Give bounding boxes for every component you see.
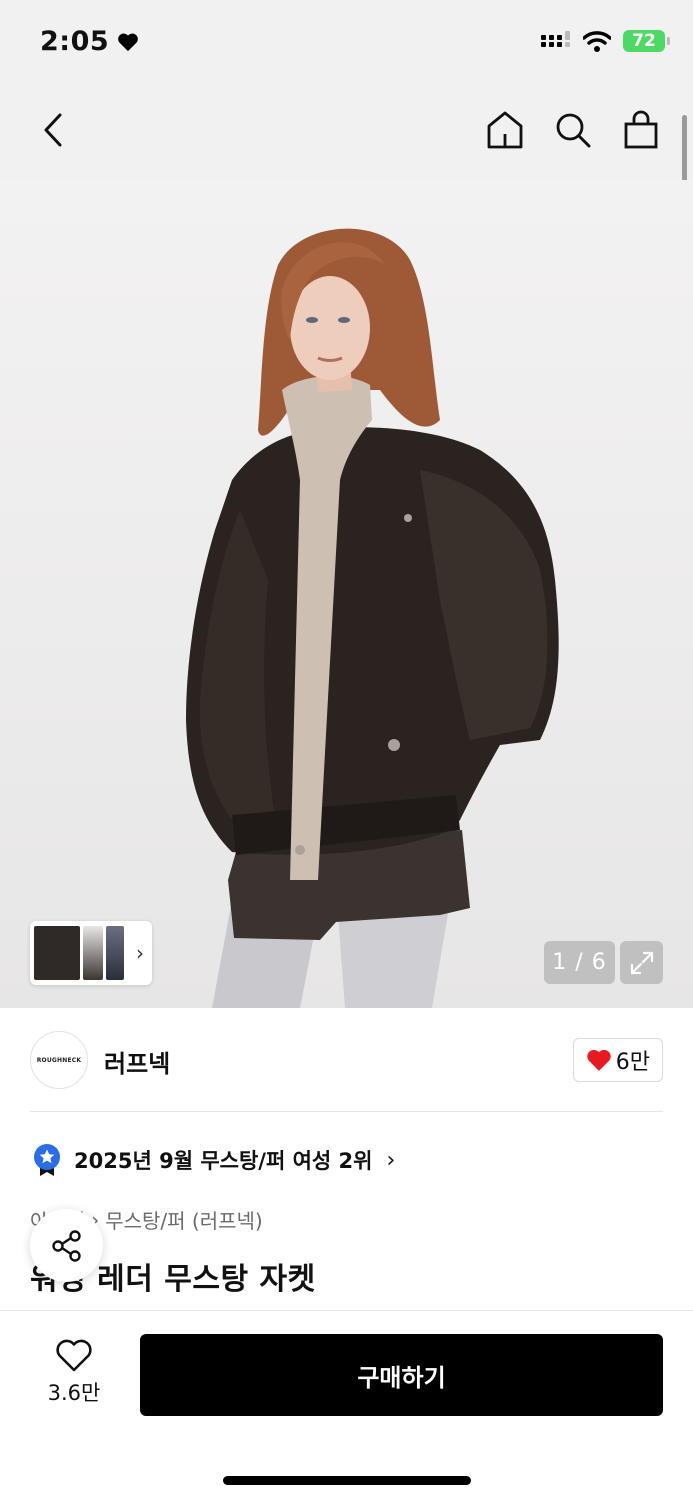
cart-button[interactable] xyxy=(621,106,661,154)
status-time: 2:05 xyxy=(40,26,139,57)
home-icon xyxy=(487,111,523,149)
battery-level: 72 xyxy=(632,31,656,51)
battery-icon: 72 xyxy=(623,30,670,52)
cellular-signal-icon xyxy=(541,31,570,47)
search-icon xyxy=(556,113,591,148)
buy-button[interactable]: 구매하기 xyxy=(140,1334,663,1416)
back-button[interactable] xyxy=(36,108,70,152)
heart-filled-icon xyxy=(587,1049,611,1071)
brand-logo-text: ROUGHNECK xyxy=(36,1056,82,1064)
bottom-action-bar: 3.6만 구매하기 xyxy=(0,1310,693,1500)
thumbnail-1[interactable] xyxy=(34,926,80,980)
product-image-gallery[interactable]: › 1 / 6 xyxy=(0,180,693,1008)
scrollbar[interactable] xyxy=(682,115,687,183)
home-button[interactable] xyxy=(485,106,525,154)
expand-image-button[interactable] xyxy=(620,941,663,984)
wishlist-count: 3.6만 xyxy=(47,1381,101,1405)
divider xyxy=(30,1111,663,1112)
expand-icon xyxy=(630,951,653,974)
ranking-badge[interactable]: 2025년 9월 무스탕/퍼 여성 2위 › xyxy=(32,1143,395,1177)
thumbnail-strip[interactable]: › xyxy=(30,921,152,985)
ranking-star-icon xyxy=(34,1144,60,1176)
chevron-right-icon: › xyxy=(386,1147,396,1173)
share-icon xyxy=(51,1229,81,1262)
share-button[interactable] xyxy=(30,1209,103,1282)
brand-row[interactable]: ROUGHNECK 러프넥 6만 xyxy=(0,1008,693,1112)
brand-like-button[interactable]: 6만 xyxy=(572,1038,663,1082)
nav-bar xyxy=(0,84,693,180)
ranking-text: 2025년 9월 무스탕/퍼 여성 2위 xyxy=(74,1149,373,1173)
thumbnail-2[interactable] xyxy=(83,926,103,980)
nav-actions xyxy=(485,106,661,154)
status-bar: 2:05 72 xyxy=(0,0,693,84)
status-time-text: 2:05 xyxy=(40,26,110,57)
home-indicator[interactable] xyxy=(223,1476,471,1485)
wifi-icon xyxy=(583,31,611,52)
brand-logo[interactable]: ROUGHNECK xyxy=(30,1031,88,1089)
status-indicators: 72 xyxy=(541,30,670,52)
thumbnail-3[interactable] xyxy=(106,926,124,980)
chevron-left-icon xyxy=(44,113,62,147)
search-button[interactable] xyxy=(553,106,593,154)
shopping-bag-icon xyxy=(624,110,658,149)
heart-outline-icon xyxy=(56,1339,92,1372)
product-photo xyxy=(186,228,559,1008)
thumbnail-arrow-icon[interactable]: › xyxy=(136,941,144,965)
wishlist-button[interactable]: 3.6만 xyxy=(34,1339,114,1407)
brand-name[interactable]: 러프넥 xyxy=(104,1044,170,1079)
breadcrumb-item[interactable]: 무스탕/퍼 (러프넥) xyxy=(105,1205,263,1234)
brand-like-count: 6만 xyxy=(615,1050,650,1075)
image-page-counter: 1 / 6 xyxy=(544,941,615,984)
heart-filled-icon xyxy=(118,33,138,51)
